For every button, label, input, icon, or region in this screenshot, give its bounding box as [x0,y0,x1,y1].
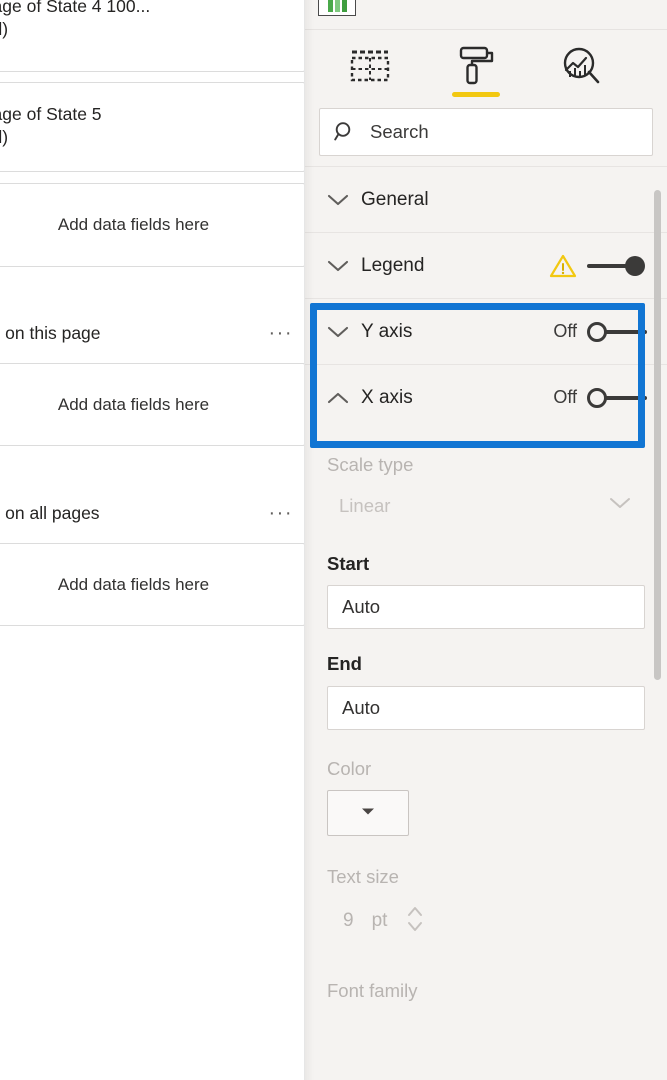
dropzone-label: Add data fields here [57,574,210,594]
analytics-magnifier-icon [563,47,600,84]
filter-card-state5[interactable]: erage of State 5 (All) [0,82,305,172]
scale-type-value: Linear [339,494,391,516]
filter-card-selection: (All) [0,127,9,148]
y-axis-toggle[interactable] [587,320,647,344]
search-container: Search [305,102,667,166]
color-label: Color [327,757,372,779]
section-general[interactable]: General [305,166,667,232]
text-size-stepper[interactable]: 9 pt [327,903,645,940]
filter-card-title: erage of State 4 100... [0,0,151,16]
search-input[interactable]: Search [319,108,653,156]
section-controls: Off [553,320,647,344]
search-placeholder-text: Search [370,121,429,142]
chevron-down-icon [327,193,353,207]
section-controls: Off [553,386,647,410]
end-input[interactable]: Auto [327,685,645,730]
x-axis-toggle[interactable] [587,386,647,410]
section-label: Legend [361,254,425,276]
tab-format-visual[interactable] [449,39,503,97]
build-fields-icon [350,50,390,82]
chart-bars [327,0,347,12]
x-axis-properties: Scale type Linear Start Auto End Auto Co… [305,430,667,1000]
filter-dropzone-page[interactable]: Add data fields here [0,363,305,446]
filters-on-this-page-header: ers on this page ··· [0,316,305,350]
scale-type-dropdown[interactable]: Linear [327,485,645,527]
filter-dropzone-visual[interactable]: Add data fields here [0,183,305,267]
pane-shadow [305,0,314,1080]
text-size-value: 9 [343,910,354,931]
end-label: End [327,653,362,674]
paint-roller-icon [459,46,494,85]
y-axis-toggle-state: Off [553,321,577,341]
properties-scrollbar[interactable] [654,190,661,680]
end-value: Auto [342,696,381,718]
start-label: Start [327,552,370,574]
chevron-down-icon [609,496,631,515]
chevron-up-icon [327,391,353,405]
start-input[interactable]: Auto [327,585,645,629]
section-label: X axis [361,386,413,408]
x-axis-toggle-state: Off [553,387,577,407]
format-pane: Search General Legend Y axis Off X axis … [305,0,667,1080]
section-legend[interactable]: Legend [305,232,667,298]
text-size-unit: pt [371,910,388,931]
tab-analytics[interactable] [555,39,609,93]
legend-toggle[interactable] [587,254,647,278]
section-label: Y axis [361,320,413,342]
font-family-label: Font family [327,979,418,1001]
active-tab-indicator [452,92,500,97]
spinner-updown-icon[interactable] [405,903,425,940]
section-title: ers on this page [0,322,101,343]
format-pane-tabs [305,30,667,102]
filter-card-selection: (All) [0,19,9,40]
pane-divider [304,0,305,1080]
text-size-label: Text size [327,866,399,887]
section-controls [549,253,647,279]
section-label: General [361,188,429,210]
filters-on-all-pages-header: ers on all pages ··· [0,496,305,530]
stacked-column-chart-icon[interactable] [318,0,356,16]
dropzone-label: Add data fields here [57,215,210,234]
filters-pane: erage of State 4 100... (All) erage of S… [0,0,305,1080]
color-picker[interactable] [327,790,409,836]
filter-card-state4[interactable]: erage of State 4 100... (All) [0,0,305,72]
chevron-down-icon [327,259,353,273]
section-y-axis[interactable]: Y axis Off [305,298,667,364]
start-value: Auto [342,596,381,617]
visual-type-header [305,0,667,30]
warning-triangle-icon[interactable] [549,253,577,279]
caret-down-icon [359,804,377,822]
property-list: General Legend Y axis Off X axis Off Sca… [305,166,667,1056]
search-icon [334,122,351,141]
more-options-icon[interactable]: ··· [269,503,293,523]
scale-type-label: Scale type [327,454,414,475]
section-x-axis[interactable]: X axis Off [305,364,667,430]
tab-build-visual[interactable] [343,39,397,93]
filter-card-title: erage of State 5 [0,104,102,124]
chevron-down-icon [327,325,353,339]
more-options-icon[interactable]: ··· [269,323,293,343]
dropzone-label: Add data fields here [57,394,210,414]
power-bi-visualizations-pane: erage of State 4 100... (All) erage of S… [0,0,667,1080]
filter-dropzone-all-pages[interactable]: Add data fields here [0,543,305,626]
section-title: ers on all pages [0,502,100,523]
